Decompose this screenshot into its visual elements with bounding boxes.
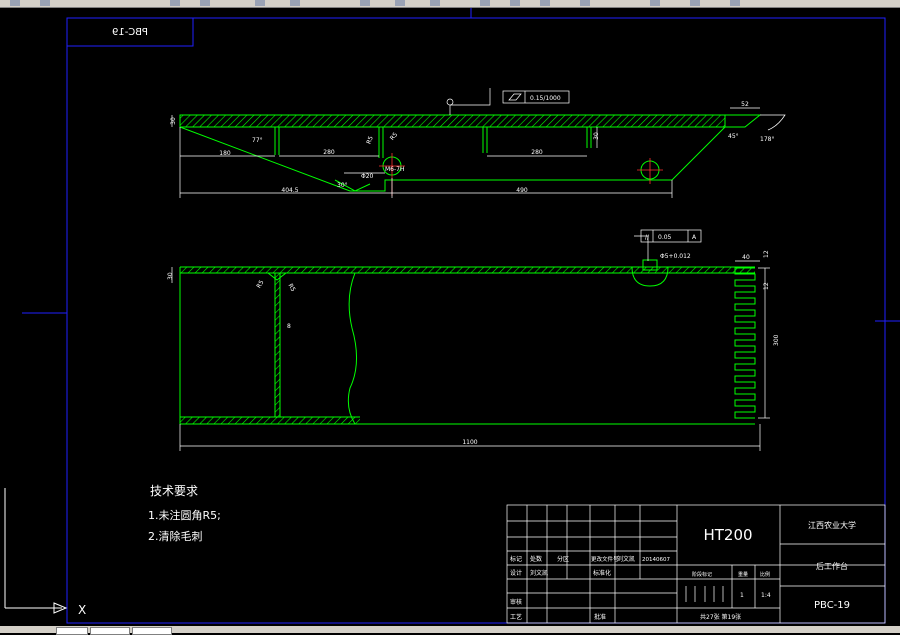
parallel-value: 0.05 <box>658 234 672 241</box>
zoom-icon[interactable] <box>395 0 405 6</box>
tb-zone: 分区 <box>557 555 569 563</box>
teeth-width: 40 <box>742 254 750 261</box>
hole-label: M6-7H <box>385 166 405 173</box>
layer-icon[interactable] <box>650 0 660 6</box>
parallel-symbol: // <box>645 234 650 241</box>
zoom-window-icon[interactable] <box>430 0 440 6</box>
notes-title: 技术要求 <box>150 484 198 498</box>
undo-icon[interactable] <box>290 0 300 6</box>
dim-mid1: 280 <box>323 149 335 156</box>
tb-date: 20140607 <box>642 557 670 563</box>
radius-right: R5 <box>287 283 297 294</box>
mirrored-part-code: PBC-19 <box>112 27 148 38</box>
tb-weight-header: 重量 <box>738 571 748 578</box>
tb-stage-header: 阶段标记 <box>692 571 712 578</box>
toolbar <box>0 0 900 8</box>
layout2-tab[interactable] <box>132 627 172 635</box>
drawing-canvas[interactable]: PBC-19 0.15/1000 180 280 280 404.5 490 3… <box>0 8 900 626</box>
teeth-gap: 12 <box>763 282 770 290</box>
angle-top: 77° <box>252 137 263 144</box>
tb-designer: 刘文凯 <box>530 569 548 577</box>
note-2: 2.清除毛刺 <box>148 529 203 543</box>
top-view: 0.15/1000 180 280 280 404.5 490 30 30 77… <box>170 88 786 198</box>
tool-palette-icon[interactable] <box>540 0 550 6</box>
tb-scale: 1:4 <box>761 592 771 599</box>
top-plate-hatch <box>179 114 726 128</box>
layout-tabs <box>0 626 900 635</box>
dim-tip: 52 <box>741 101 749 108</box>
tb-sheet: 共27张 第19张 <box>700 613 741 621</box>
properties-icon[interactable] <box>480 0 490 6</box>
model-tab[interactable] <box>56 627 88 635</box>
datum-label: A <box>692 234 697 241</box>
lightbulb-icon[interactable] <box>730 0 740 6</box>
pan-icon[interactable] <box>360 0 370 6</box>
tb-scale-header: 比例 <box>760 571 770 578</box>
length-dim: 1100 <box>462 439 477 446</box>
radius-left: R5 <box>255 279 265 290</box>
angle-right: 45° <box>728 133 739 140</box>
tb-school: 江西农业大学 <box>808 520 856 530</box>
comb-teeth <box>734 267 756 419</box>
radius-label-2: R5 <box>389 131 400 142</box>
ucs-icon <box>4 488 68 614</box>
layout1-tab[interactable] <box>90 627 130 635</box>
angle-tip: 178° <box>760 136 774 143</box>
flatness-value: 0.15/1000 <box>530 95 561 102</box>
bottom-view: // 0.05 A Φ5+0.012 30 8 R5 R5 40 12 12 3… <box>167 229 780 451</box>
tb-standard: 标准化 <box>593 569 611 577</box>
dim-left: 180 <box>219 150 231 157</box>
note-1: 1.未注圆角R5; <box>148 508 221 522</box>
tb-signer: 刘文凯 <box>617 555 635 563</box>
dim-total-left: 404.5 <box>281 187 298 194</box>
dim-thk-bottom: 30 <box>167 272 174 280</box>
ucs-x-label: X <box>78 603 86 617</box>
layer-state-icon[interactable] <box>690 0 700 6</box>
tb-review: 审核 <box>510 598 522 606</box>
save-icon[interactable] <box>40 0 50 6</box>
flatness-symbol <box>508 93 522 101</box>
tb-mark: 标记 <box>510 555 522 563</box>
radius-label: R5 <box>365 135 374 145</box>
web-hatch <box>275 273 280 418</box>
tb-material: HT200 <box>703 526 752 544</box>
teeth-height: 300 <box>773 334 780 346</box>
dim-total-right: 490 <box>516 187 528 194</box>
dim-right-thk: 30 <box>593 132 600 140</box>
design-center-icon[interactable] <box>510 0 520 6</box>
tb-designer-label: 设计 <box>510 569 522 577</box>
open-icon[interactable] <box>10 0 20 6</box>
tb-count: 处数 <box>530 555 542 563</box>
technical-notes: 技术要求 1.未注圆角R5; 2.清除毛刺 <box>148 484 221 543</box>
dim-thickness: 30 <box>170 117 177 125</box>
print-icon[interactable] <box>170 0 180 6</box>
bottom-top-hatch <box>180 267 755 273</box>
tb-part-code: PBC-19 <box>814 600 850 611</box>
dia-label: Φ20 <box>361 173 374 180</box>
tb-approve: 批准 <box>594 613 606 621</box>
tb-change-doc: 更改文件号 <box>591 555 619 563</box>
tb-process: 工艺 <box>510 613 522 621</box>
hole-dia: Φ5+0.012 <box>660 253 691 260</box>
tb-title: 后工作台 <box>816 561 848 571</box>
tb-quantity: 1 <box>740 592 744 599</box>
bottom-bottom-hatch <box>180 417 360 424</box>
paste-icon[interactable] <box>255 0 265 6</box>
angle-bottom: 30° <box>337 182 348 189</box>
dim-mid2: 280 <box>531 149 543 156</box>
web-dim: 8 <box>287 323 291 330</box>
calculator-icon[interactable] <box>580 0 590 6</box>
title-block: 标记 处数 分区 更改文件号 刘文凯 20140607 设计 刘文凯 标准化 审… <box>506 504 886 624</box>
copy-icon[interactable] <box>200 0 210 6</box>
teeth-pitch: 12 <box>763 250 770 258</box>
